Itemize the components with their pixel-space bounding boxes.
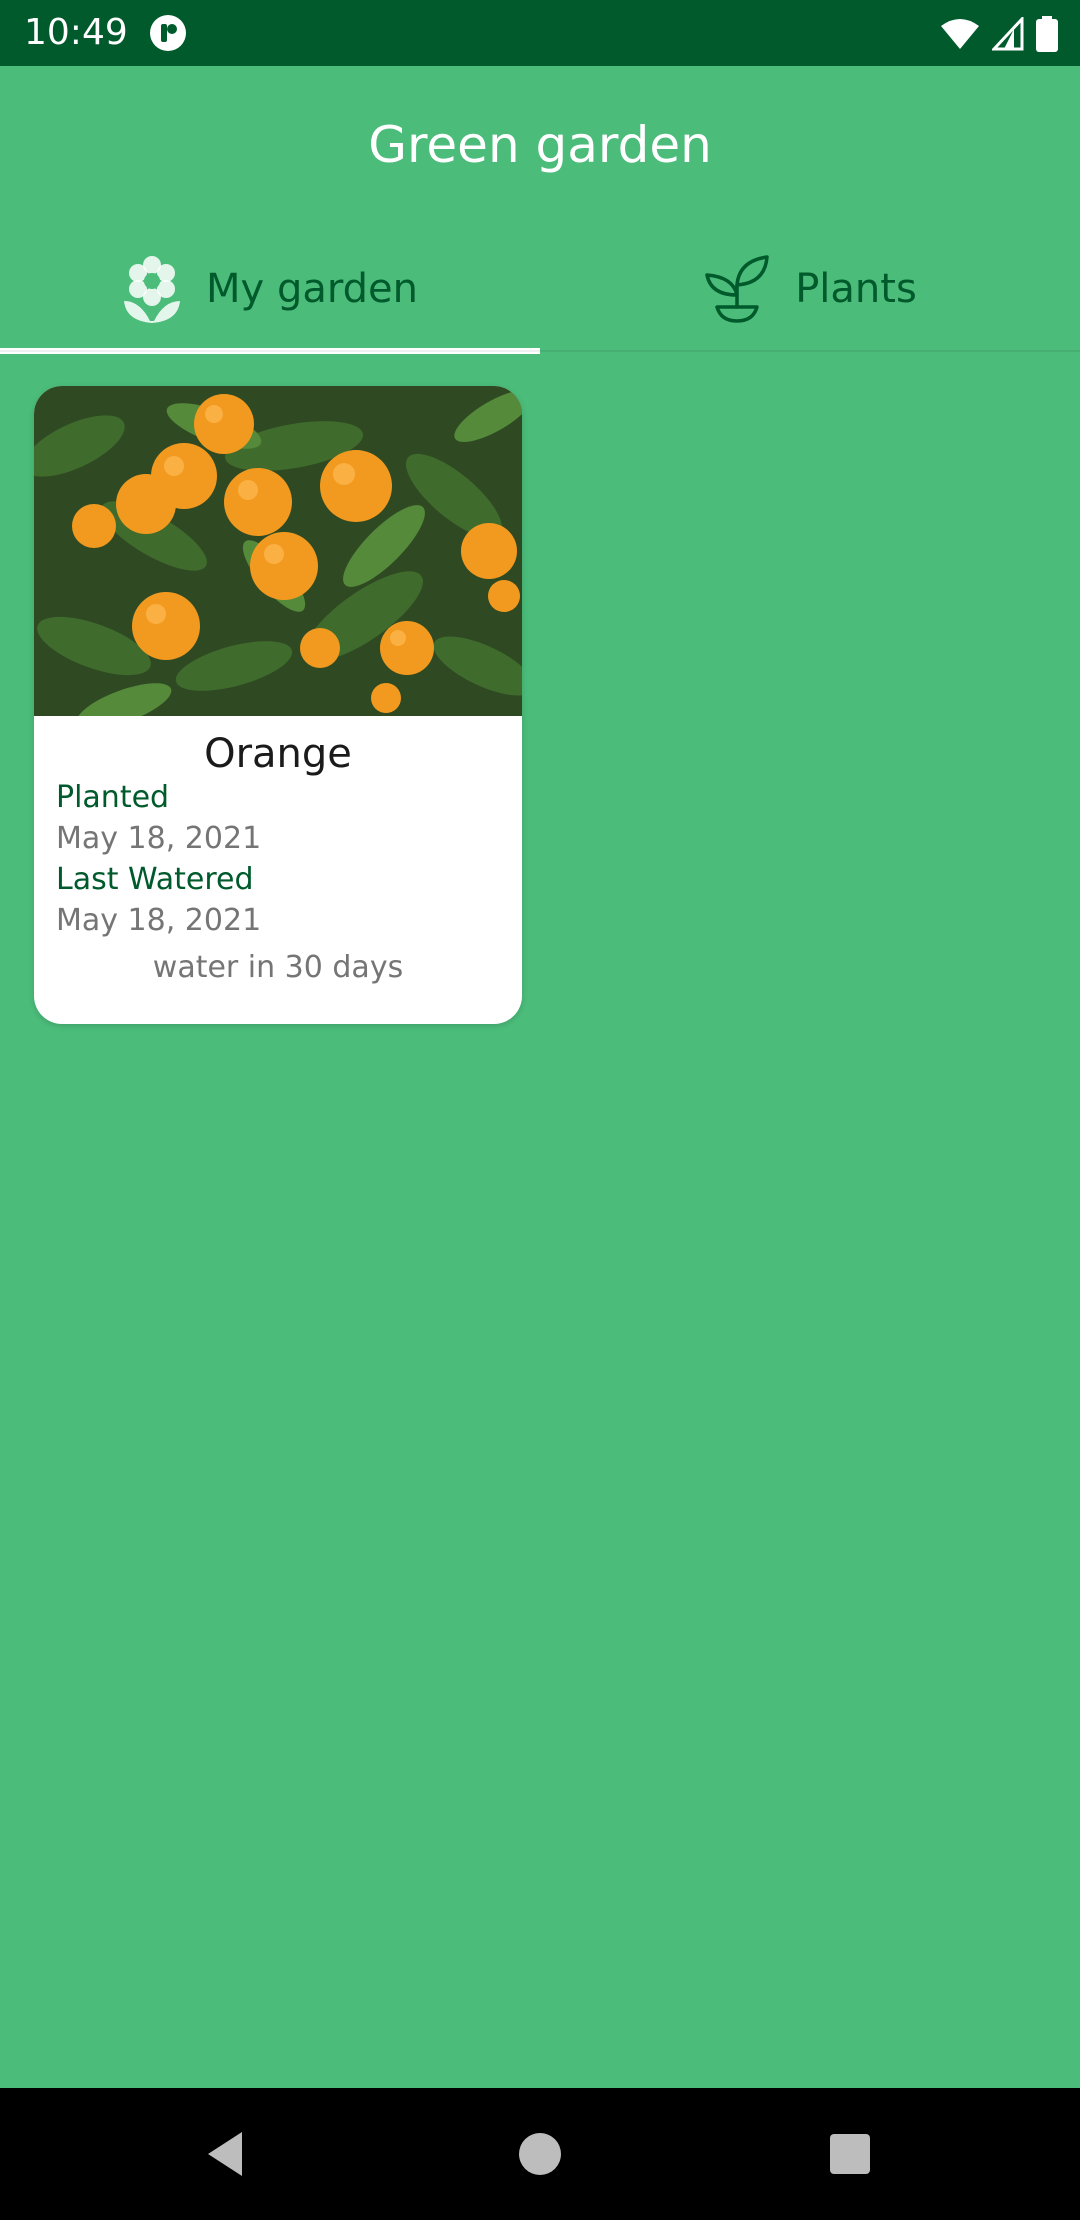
last-watered-date: May 18, 2021 [56,903,262,938]
app-notification-icon [150,15,186,51]
tab-bar: My garden Plants [0,226,1080,354]
tab-plants-label: Plants [795,266,917,312]
wifi-icon [941,19,979,49]
navigation-bar [0,2088,1080,2220]
recents-icon[interactable] [820,2124,880,2184]
tab-plants[interactable]: Plants [540,226,1080,352]
status-icons [940,14,1058,54]
plant-card-orange[interactable]: Orange Planted May 18, 2021 Last Watered… [34,386,522,1024]
planted-date: May 18, 2021 [56,821,262,856]
battery-icon [1036,16,1058,52]
planted-label: Planted [56,780,170,815]
back-icon[interactable] [196,2124,256,2184]
home-icon[interactable] [510,2124,570,2184]
cell-signal-icon [992,17,1024,51]
flower-icon [124,256,181,323]
plant-name: Orange [204,731,352,777]
tab-my-garden[interactable]: My garden [0,226,540,354]
tab-divider [0,350,1080,352]
sprout-icon [705,255,769,323]
plant-image-orange [34,386,522,716]
tab-my-garden-label: My garden [206,266,418,312]
plant-card-body: Orange Planted May 18, 2021 Last Watered… [34,716,522,1024]
status-bar: 10:49 [0,0,1080,66]
last-watered-label: Last Watered [56,862,254,897]
water-hint: water in 30 days [152,950,404,985]
app-title: Green garden [368,116,712,174]
status-time: 10:49 [24,12,128,53]
